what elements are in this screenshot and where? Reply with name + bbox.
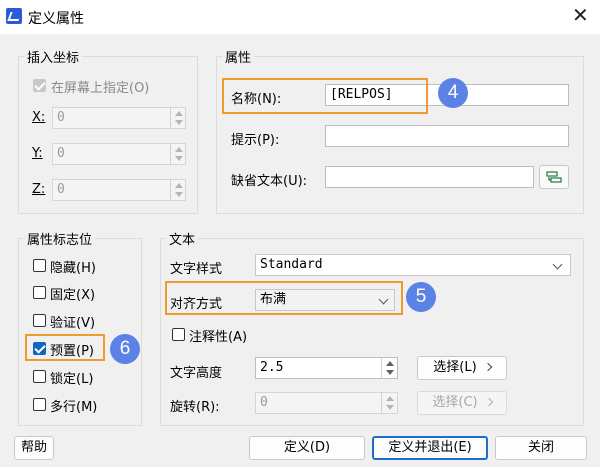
define-exit-button[interactable]: 定义并退出(E) xyxy=(372,436,488,460)
highlight-justify xyxy=(165,281,403,315)
y-input[interactable]: 0 xyxy=(52,143,186,165)
chevron-down-icon xyxy=(552,259,563,270)
pick-height-label: 选择(L) xyxy=(433,360,477,375)
title-bar: 定义属性 ✕ xyxy=(0,0,600,34)
flag-constant-checkbox[interactable] xyxy=(33,286,46,299)
flag-invisible-label: 隐藏(H) xyxy=(50,261,96,276)
text-style-label: 文字样式 xyxy=(170,262,223,277)
chevron-right-icon xyxy=(484,397,493,407)
flag-verify-label: 验证(V) xyxy=(50,316,96,331)
close-icon[interactable]: ✕ xyxy=(572,5,589,25)
y-label: Y: xyxy=(32,146,43,161)
pick-rotation-label: 选择(C) xyxy=(432,395,478,410)
insert-field-icon xyxy=(546,171,562,183)
flag-multiline-checkbox[interactable] xyxy=(33,398,46,411)
z-label: Z: xyxy=(32,182,46,197)
flag-lock-label: 锁定(L) xyxy=(50,372,94,387)
close-button[interactable]: 关闭 xyxy=(495,436,587,460)
z-spinner[interactable] xyxy=(170,179,186,201)
step-badge-6: 6 xyxy=(110,334,140,364)
rotation-spinner[interactable] xyxy=(381,392,397,414)
pick-rotation-button[interactable]: 选择(C) xyxy=(417,391,507,415)
pick-height-button[interactable]: 选择(L) xyxy=(417,356,507,380)
x-spinner[interactable] xyxy=(170,107,186,129)
rotation-label: 旋转(R): xyxy=(170,400,220,415)
attribute-legend: 属性 xyxy=(222,47,255,66)
text-height-spinner[interactable] xyxy=(381,357,397,379)
annotative-checkbox[interactable] xyxy=(172,328,185,341)
text-height-label: 文字高度 xyxy=(170,366,223,381)
highlight-preset xyxy=(25,334,105,361)
highlight-tag xyxy=(222,78,428,114)
insert-field-button[interactable] xyxy=(539,165,569,189)
flag-verify-checkbox[interactable] xyxy=(33,314,46,327)
rotation-input[interactable]: 0 xyxy=(255,392,398,414)
text-style-select[interactable]: Standard xyxy=(255,254,571,276)
on-screen-label: 在屏幕上指定(O) xyxy=(51,81,150,96)
define-button[interactable]: 定义(D) xyxy=(249,436,365,460)
text-height-input[interactable]: 2.5 xyxy=(255,357,398,379)
flags-legend: 属性标志位 xyxy=(24,229,96,248)
default-input[interactable] xyxy=(325,166,534,188)
flag-multiline-label: 多行(M) xyxy=(50,400,98,415)
window-title: 定义属性 xyxy=(28,11,84,27)
text-legend: 文本 xyxy=(166,229,199,248)
y-spinner[interactable] xyxy=(170,143,186,165)
help-button[interactable]: 帮助 xyxy=(14,436,54,460)
z-input[interactable]: 0 xyxy=(52,179,186,201)
annotative-label: 注释性(A) xyxy=(189,330,248,345)
chevron-right-icon xyxy=(483,362,492,372)
on-screen-checkbox[interactable] xyxy=(33,79,46,92)
flag-constant-label: 固定(X) xyxy=(50,288,96,303)
flag-invisible-checkbox[interactable] xyxy=(33,259,46,272)
default-label: 缺省文本(U): xyxy=(231,174,308,189)
flag-lock-checkbox[interactable] xyxy=(33,370,46,383)
app-icon xyxy=(6,8,22,24)
text-style-value: Standard xyxy=(260,257,323,272)
insert-point-legend: 插入坐标 xyxy=(24,47,83,66)
step-badge-4: 4 xyxy=(438,78,468,108)
prompt-label: 提示(P): xyxy=(231,133,280,148)
x-label: X: xyxy=(32,110,46,125)
step-badge-5: 5 xyxy=(406,282,436,312)
prompt-input[interactable] xyxy=(325,125,569,147)
x-input[interactable]: 0 xyxy=(52,107,186,129)
